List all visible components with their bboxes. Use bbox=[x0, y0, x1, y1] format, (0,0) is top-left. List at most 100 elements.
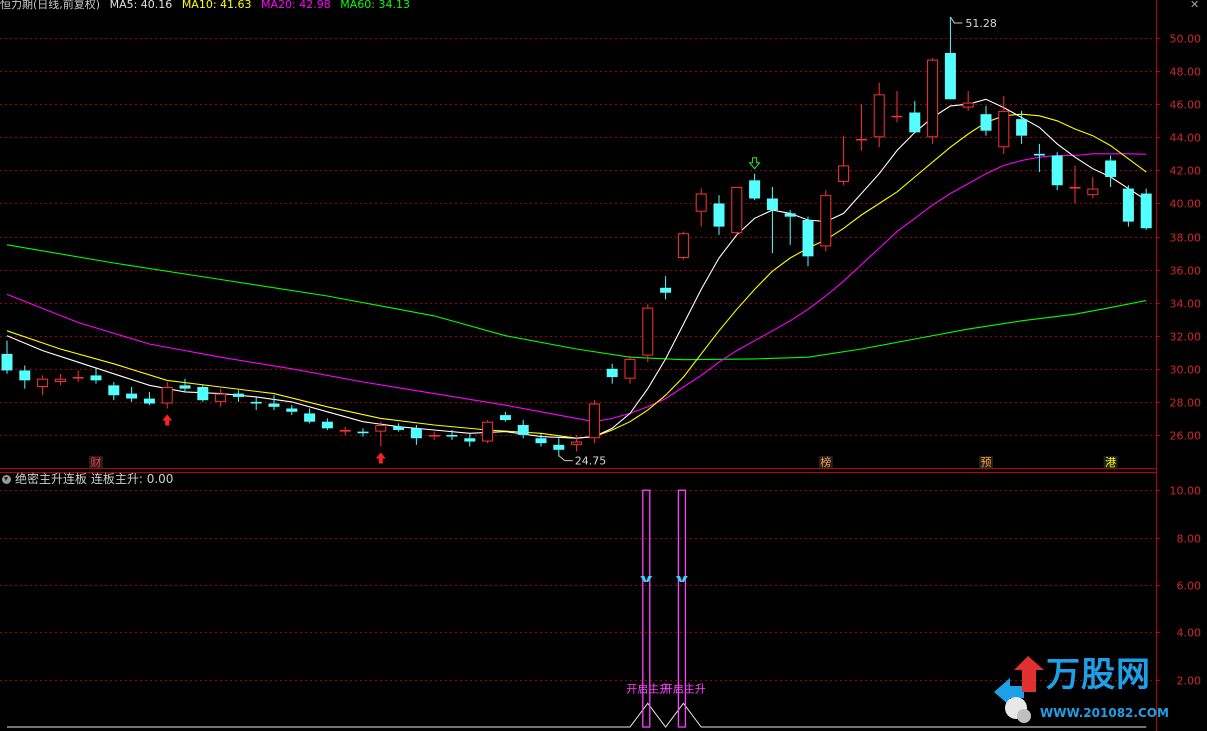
candle-body bbox=[624, 358, 636, 379]
candle-body bbox=[677, 233, 689, 259]
chart-window[interactable]: 恒力期(日线,前复权) MA5: 40.16 MA10: 41.63 MA20:… bbox=[0, 0, 1207, 731]
candle bbox=[820, 190, 832, 252]
candle-body bbox=[482, 421, 494, 442]
candle bbox=[215, 388, 227, 407]
candle bbox=[927, 57, 939, 144]
candle-body bbox=[108, 385, 120, 396]
candle-body bbox=[766, 198, 778, 211]
candle-body bbox=[126, 393, 138, 399]
candle-body bbox=[143, 398, 155, 404]
indicator-title: 绝密主升连板 bbox=[15, 472, 88, 486]
candle-body bbox=[660, 287, 672, 293]
candle bbox=[891, 91, 903, 123]
candle bbox=[339, 426, 351, 435]
candle-body bbox=[37, 378, 49, 387]
candle-body bbox=[802, 219, 814, 257]
candle-body bbox=[909, 112, 921, 133]
candle bbox=[713, 195, 725, 235]
candle-body bbox=[571, 441, 583, 445]
candle bbox=[286, 405, 298, 416]
candle-body bbox=[54, 378, 66, 383]
candle bbox=[517, 420, 529, 439]
red-up-arrow-icon bbox=[162, 414, 173, 426]
candle-body bbox=[606, 368, 618, 378]
indicator-header: 绝密主升连板 连板主升: 0.00 bbox=[2, 472, 173, 486]
candle bbox=[784, 210, 796, 245]
candle bbox=[179, 378, 191, 392]
candle bbox=[375, 421, 387, 447]
candle-body bbox=[1051, 155, 1063, 186]
candle bbox=[1051, 152, 1063, 191]
candle bbox=[482, 420, 494, 444]
candle bbox=[250, 396, 262, 411]
candle-body bbox=[268, 403, 280, 407]
candle-body bbox=[535, 438, 547, 444]
candle-body bbox=[19, 370, 31, 381]
candle bbox=[766, 186, 778, 254]
candle-body bbox=[357, 431, 369, 434]
candle-body bbox=[1033, 153, 1045, 156]
event-marker: 财 bbox=[91, 455, 102, 469]
ma60-line bbox=[6, 244, 1147, 361]
candle-body bbox=[944, 52, 956, 100]
candle-body bbox=[749, 180, 761, 199]
candle-body bbox=[695, 193, 707, 212]
candle bbox=[1, 340, 13, 374]
candle bbox=[321, 418, 333, 430]
candle-body bbox=[1140, 193, 1152, 229]
candle bbox=[588, 400, 600, 444]
logo-url: WWW.201082.COM bbox=[1040, 706, 1169, 720]
candle bbox=[37, 375, 49, 396]
candle bbox=[731, 186, 743, 235]
candle bbox=[802, 216, 814, 267]
y-tick-label: 28.00 bbox=[1170, 397, 1202, 410]
candle-body bbox=[215, 393, 227, 402]
candle bbox=[677, 231, 689, 260]
candle-body bbox=[731, 186, 743, 234]
candle bbox=[126, 386, 138, 402]
candle-body bbox=[90, 375, 102, 381]
candle bbox=[1087, 176, 1099, 199]
candle-body bbox=[998, 110, 1010, 148]
y-tick-label: 36.00 bbox=[1170, 265, 1202, 278]
y-tick-label: 44.00 bbox=[1170, 132, 1202, 145]
candle bbox=[54, 373, 66, 386]
candle bbox=[197, 385, 209, 402]
candle-body bbox=[72, 377, 84, 379]
candle-body bbox=[784, 213, 796, 217]
candle bbox=[980, 105, 992, 136]
indicator-value: 连板主升: 0.00 bbox=[90, 472, 174, 486]
candle bbox=[944, 16, 956, 100]
candle-body bbox=[339, 429, 351, 432]
indicator-line bbox=[7, 702, 1147, 728]
indicator-menu-icon[interactable] bbox=[2, 475, 11, 484]
candle-body bbox=[250, 401, 262, 404]
candle bbox=[695, 188, 707, 227]
candle-body bbox=[1087, 188, 1099, 196]
event-marker: 港 bbox=[1105, 456, 1116, 469]
candle-body bbox=[873, 94, 885, 138]
candle bbox=[962, 91, 974, 111]
candle-body bbox=[1, 353, 13, 371]
candle-body bbox=[927, 59, 939, 138]
signal-flag-icon bbox=[675, 576, 688, 583]
candle-body bbox=[980, 114, 992, 131]
indicator-y-tick-label: 4.00 bbox=[1177, 627, 1202, 640]
candle bbox=[660, 276, 672, 300]
high-price-label: 51.28 bbox=[965, 17, 997, 30]
candle-body bbox=[410, 428, 422, 439]
y-tick-label: 30.00 bbox=[1170, 364, 1202, 377]
green-down-arrow-icon bbox=[748, 157, 761, 170]
candle-body bbox=[464, 438, 476, 442]
candle-body bbox=[428, 434, 440, 437]
event-marker: 预 bbox=[981, 456, 992, 469]
indicator-y-tick-label: 8.00 bbox=[1177, 533, 1202, 546]
candle bbox=[1105, 155, 1117, 187]
candle bbox=[1069, 165, 1081, 204]
candle-body bbox=[588, 403, 600, 439]
candle bbox=[499, 411, 511, 422]
candle bbox=[143, 391, 155, 406]
candle bbox=[1140, 188, 1152, 230]
y-tick-label: 40.00 bbox=[1170, 198, 1202, 211]
kline-chart[interactable]: 26.00 28.00 30.00 32.00 34.00 36.00 38.00 40.00… bbox=[0, 0, 1207, 731]
